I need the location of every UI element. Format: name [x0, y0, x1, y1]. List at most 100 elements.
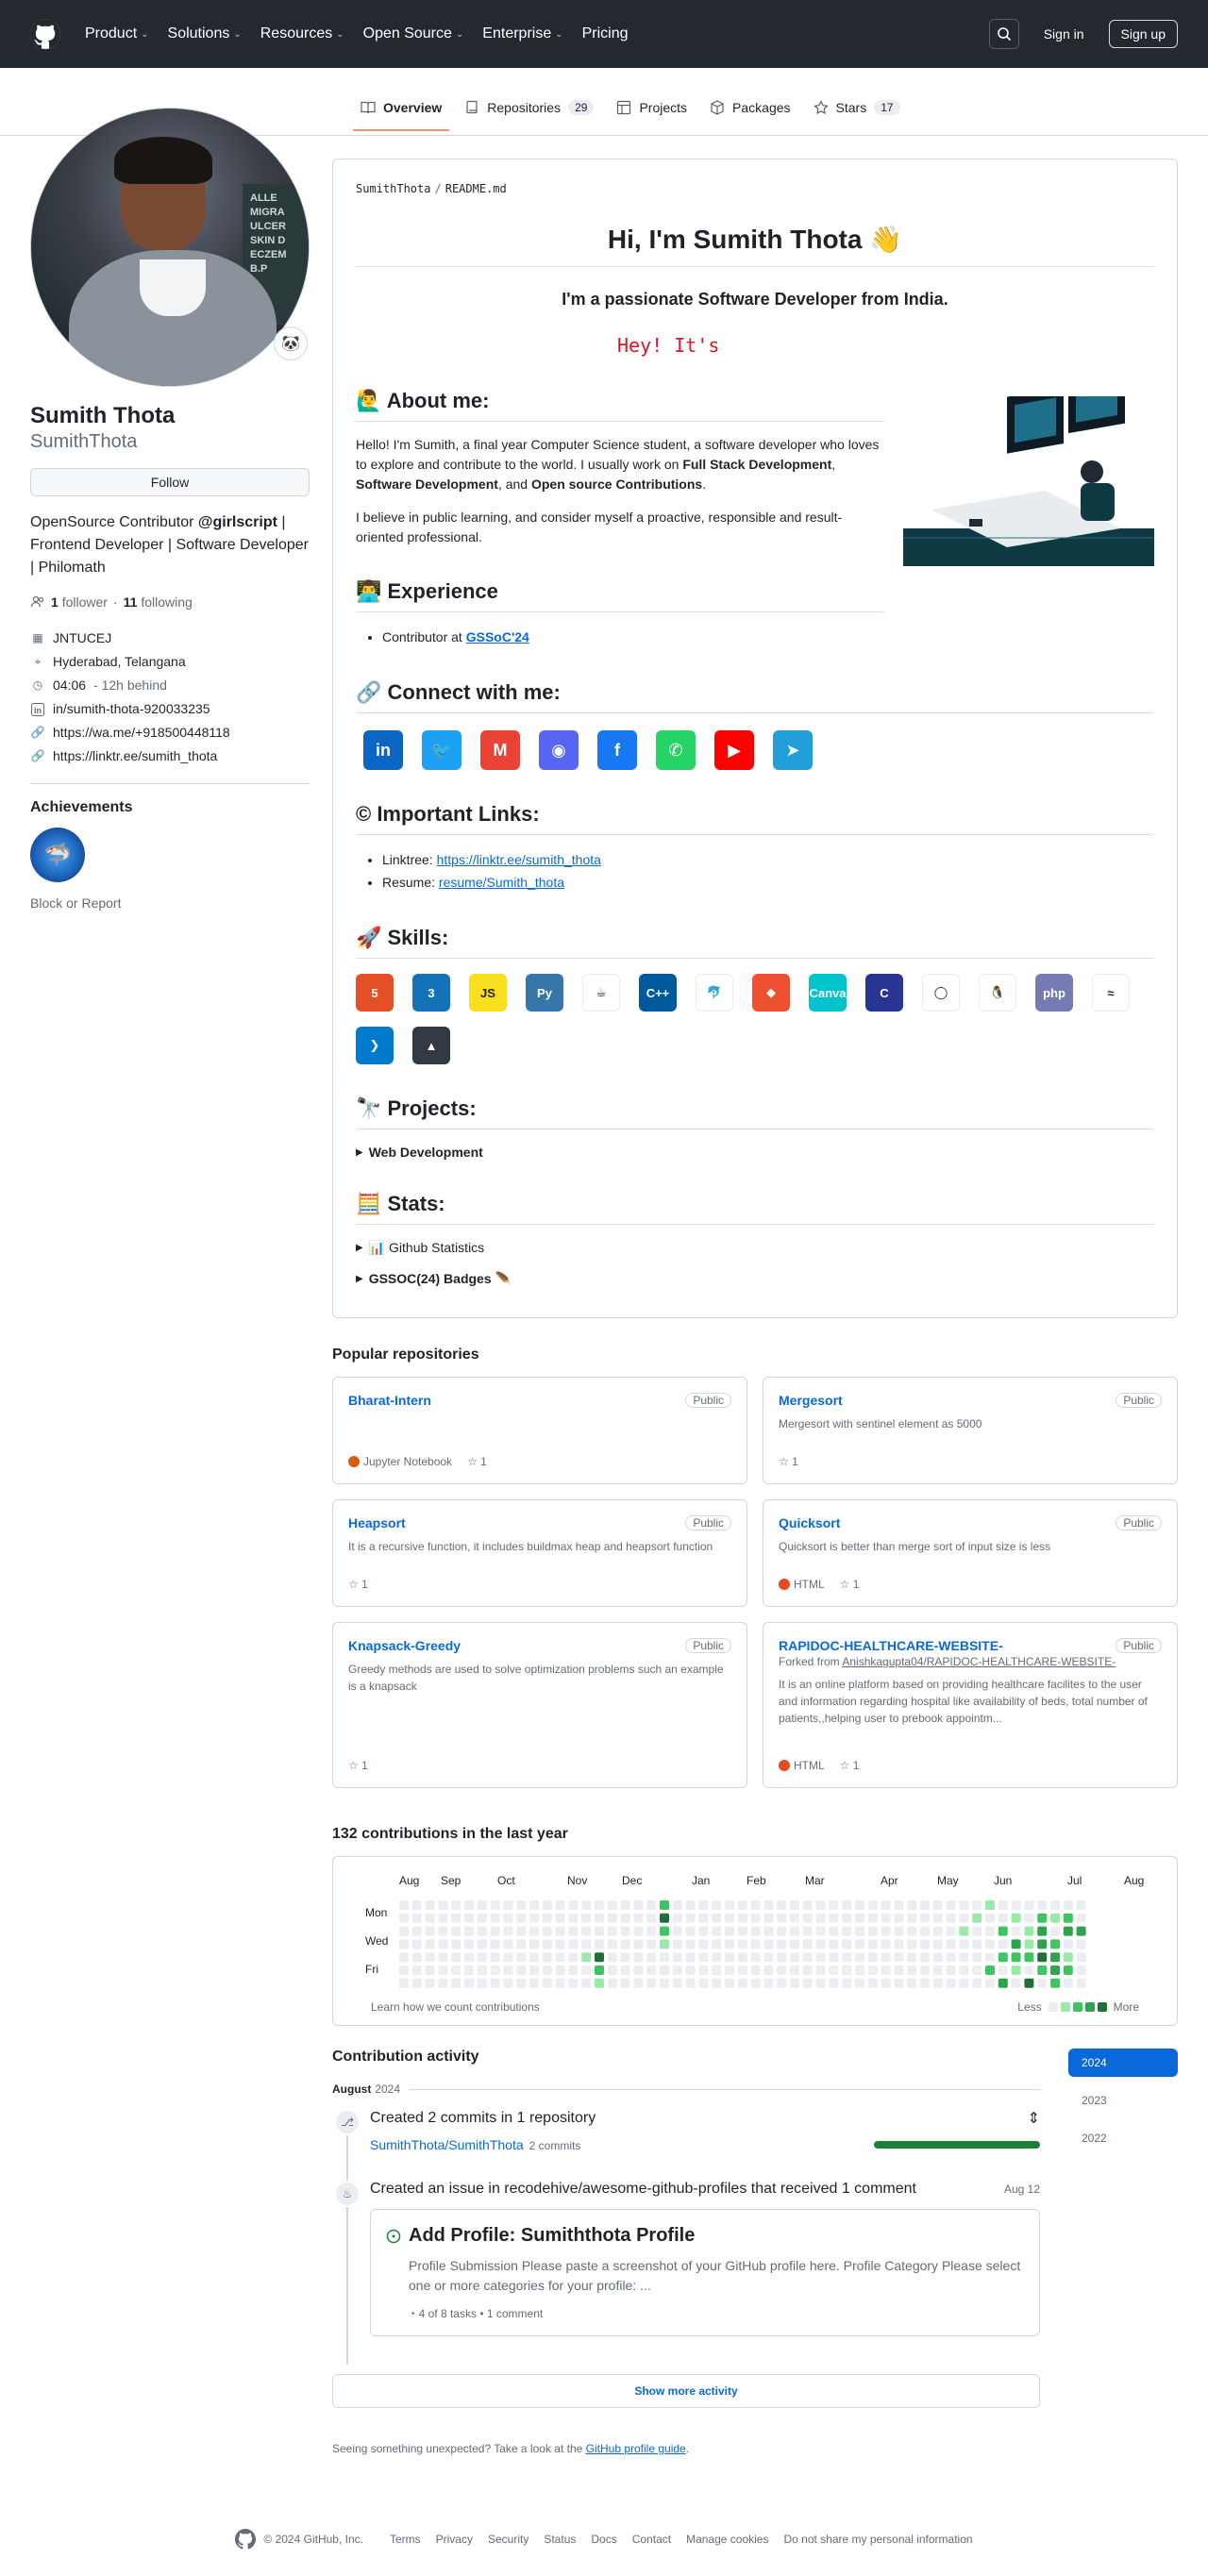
contribution-day-cell[interactable] — [1024, 1913, 1034, 1923]
tab-projects[interactable]: Projects — [609, 94, 695, 130]
contribution-day-cell[interactable] — [399, 1965, 409, 1975]
contribution-day-cell[interactable] — [633, 1952, 644, 1963]
contribution-day-cell[interactable] — [477, 1900, 487, 1910]
contribution-day-cell[interactable] — [946, 1965, 956, 1975]
nav-product[interactable]: Product ⌄ — [85, 25, 149, 42]
contribution-day-cell[interactable] — [855, 1913, 864, 1923]
contribution-day-cell[interactable] — [660, 1926, 669, 1936]
contribution-day-cell[interactable] — [672, 1939, 682, 1949]
contribution-day-cell[interactable] — [451, 1926, 461, 1936]
contribution-day-cell[interactable] — [998, 1965, 1008, 1975]
contribution-day-cell[interactable] — [451, 1965, 461, 1975]
contribution-day-cell[interactable] — [595, 1926, 604, 1936]
contribution-day-cell[interactable] — [399, 1900, 409, 1910]
contribution-day-cell[interactable] — [568, 1965, 579, 1975]
contribution-day-cell[interactable] — [464, 1913, 474, 1923]
contribution-day-cell[interactable] — [998, 1939, 1008, 1949]
commit-repo-link[interactable]: SumithThota/SumithThota — [370, 2137, 524, 2152]
contribution-day-cell[interactable] — [542, 1913, 552, 1923]
contribution-day-cell[interactable] — [932, 1926, 943, 1936]
contribution-day-cell[interactable] — [438, 1913, 448, 1923]
twitter-icon[interactable]: 🐦 — [422, 730, 461, 770]
contribution-day-cell[interactable] — [1076, 1900, 1086, 1910]
contribution-day-cell[interactable] — [972, 1952, 982, 1963]
contribution-day-cell[interactable] — [607, 1913, 617, 1923]
contribution-day-cell[interactable] — [1050, 1965, 1060, 1975]
contribution-day-cell[interactable] — [1063, 1978, 1073, 1988]
contribution-day-cell[interactable] — [790, 1978, 799, 1988]
contribution-day-cell[interactable] — [1063, 1926, 1073, 1936]
contribution-day-cell[interactable] — [698, 1952, 709, 1963]
contribution-day-cell[interactable] — [712, 1926, 722, 1936]
contribution-day-cell[interactable] — [712, 1965, 722, 1975]
contribution-day-cell[interactable] — [829, 1900, 839, 1910]
followers-link[interactable]: 1 follower — [51, 594, 108, 610]
contribution-day-cell[interactable] — [464, 1926, 474, 1936]
contribution-day-cell[interactable] — [607, 1965, 617, 1975]
contribution-day-cell[interactable] — [1037, 1965, 1048, 1975]
following-link[interactable]: 11 following — [124, 594, 193, 610]
contribution-day-cell[interactable] — [815, 1900, 826, 1910]
contribution-day-cell[interactable] — [777, 1900, 787, 1910]
nav-solutions[interactable]: Solutions ⌄ — [168, 25, 242, 42]
contribution-day-cell[interactable] — [712, 1900, 722, 1910]
contribution-day-cell[interactable] — [698, 1913, 709, 1923]
contribution-day-cell[interactable] — [777, 1952, 787, 1963]
contribution-day-cell[interactable] — [660, 1939, 669, 1949]
contribution-day-cell[interactable] — [946, 1900, 956, 1910]
contribution-day-cell[interactable] — [829, 1939, 839, 1949]
contribution-day-cell[interactable] — [750, 1939, 761, 1949]
contribution-day-cell[interactable] — [595, 1965, 604, 1975]
contribution-day-cell[interactable] — [1037, 1939, 1048, 1949]
contribution-day-cell[interactable] — [959, 1939, 969, 1949]
contribution-day-cell[interactable] — [542, 1939, 552, 1949]
contribution-day-cell[interactable] — [712, 1913, 722, 1923]
contribution-day-cell[interactable] — [581, 1939, 592, 1949]
contribution-day-cell[interactable] — [725, 1952, 734, 1963]
contribution-day-cell[interactable] — [802, 1926, 813, 1936]
contribution-day-cell[interactable] — [750, 1926, 761, 1936]
contribution-day-cell[interactable] — [1076, 1952, 1086, 1963]
contribution-day-cell[interactable] — [790, 1952, 799, 1963]
contribution-day-cell[interactable] — [620, 1900, 630, 1910]
contribution-day-cell[interactable] — [750, 1978, 761, 1988]
linktree-link[interactable]: https://linktr.ee/sumith_thota — [53, 744, 217, 768]
repo-stars[interactable]: ☆ 1 — [467, 1455, 487, 1468]
contribution-day-cell[interactable] — [464, 1952, 474, 1963]
contribution-day-cell[interactable] — [725, 1900, 734, 1910]
contribution-day-cell[interactable] — [763, 1913, 774, 1923]
github-logo-icon[interactable] — [30, 19, 60, 49]
repo-name-link[interactable]: Mergesort — [779, 1393, 843, 1408]
footer-link-terms[interactable]: Terms — [390, 2533, 421, 2546]
contribution-day-cell[interactable] — [477, 1939, 487, 1949]
contribution-day-cell[interactable] — [932, 1952, 943, 1963]
contribution-day-cell[interactable] — [920, 1965, 930, 1975]
contribution-day-cell[interactable] — [802, 1952, 813, 1963]
contribution-day-cell[interactable] — [660, 1900, 669, 1910]
repo-stars[interactable]: ☆ 1 — [779, 1455, 798, 1468]
contribution-day-cell[interactable] — [855, 1952, 864, 1963]
contribution-day-cell[interactable] — [985, 1978, 995, 1988]
contribution-day-cell[interactable] — [867, 1978, 878, 1988]
contribution-day-cell[interactable] — [1024, 1939, 1034, 1949]
contribution-day-cell[interactable] — [555, 1926, 565, 1936]
contribution-day-cell[interactable] — [855, 1965, 864, 1975]
block-report-link[interactable]: Block or Report — [30, 895, 310, 911]
gssoc-details-toggle[interactable]: ▶ GSSOC(24) Badges 🪶 — [356, 1271, 1154, 1287]
contribution-day-cell[interactable] — [959, 1952, 969, 1963]
contribution-day-cell[interactable] — [660, 1978, 669, 1988]
contribution-day-cell[interactable] — [972, 1913, 982, 1923]
contribution-day-cell[interactable] — [829, 1952, 839, 1963]
contribution-day-cell[interactable] — [490, 1939, 500, 1949]
contribution-day-cell[interactable] — [516, 1965, 527, 1975]
contribution-day-cell[interactable] — [894, 1978, 904, 1988]
youtube-icon[interactable]: ▶ — [714, 730, 754, 770]
contribution-day-cell[interactable] — [620, 1913, 630, 1923]
contribution-day-cell[interactable] — [438, 1952, 448, 1963]
contribution-day-cell[interactable] — [998, 1913, 1008, 1923]
contribution-day-cell[interactable] — [737, 1978, 747, 1988]
contribution-day-cell[interactable] — [529, 1952, 539, 1963]
contribution-day-cell[interactable] — [881, 1952, 891, 1963]
contribution-day-cell[interactable] — [737, 1939, 747, 1949]
repo-stars[interactable]: ☆ 1 — [840, 1578, 860, 1591]
